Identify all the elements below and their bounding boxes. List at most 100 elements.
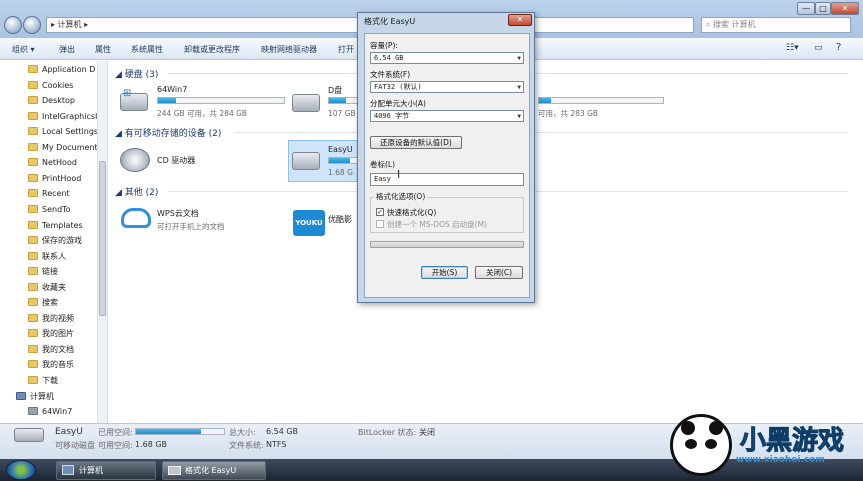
folder-icon xyxy=(28,251,38,260)
sidebar-item[interactable]: PrintHood xyxy=(0,171,98,186)
folder-icon xyxy=(28,376,38,384)
sidebar-item-label: Recent xyxy=(42,189,70,199)
start-button[interactable] xyxy=(6,460,36,480)
sidebar-item[interactable]: 我的视频 xyxy=(0,311,98,326)
start-format-button[interactable]: 开始(S) xyxy=(421,266,468,279)
sidebar-item[interactable]: 链接 xyxy=(0,264,98,279)
uninstall-button[interactable]: 卸载或更改程序 xyxy=(184,44,240,55)
wps-name[interactable]: WPS云文档 xyxy=(157,208,199,219)
quick-format-label: 快速格式化(Q) xyxy=(387,208,437,217)
sidebar-item[interactable]: Desktop xyxy=(0,93,98,108)
eject-button[interactable]: 弹出 xyxy=(59,44,75,55)
alloc-select[interactable]: 4096 字节 ▼ xyxy=(370,110,524,122)
sidebar-item-label: 64Win7 xyxy=(42,407,73,417)
sidebar-item[interactable]: Templates xyxy=(0,218,98,233)
help-icon[interactable]: ? xyxy=(836,42,841,53)
sidebar-item[interactable]: 64Win7 xyxy=(0,404,98,419)
sidebar-item[interactable]: 收藏夹 xyxy=(0,280,98,295)
collapse-icon[interactable]: ◢ xyxy=(115,129,125,139)
system-properties-button[interactable]: 系统属性 xyxy=(131,44,163,55)
open-control-panel-button[interactable]: 打开 xyxy=(338,44,354,55)
folder-icon xyxy=(28,173,38,182)
sidebar-item[interactable]: 联系人 xyxy=(0,249,98,264)
dialog-cancel-button[interactable]: 关闭(C) xyxy=(475,266,523,279)
collapse-icon[interactable]: ◢ xyxy=(115,188,125,198)
group-divider xyxy=(236,132,848,133)
folder-icon xyxy=(28,236,38,245)
sidebar-item[interactable]: 保存的游戏 xyxy=(0,233,98,248)
sidebar-item[interactable]: IntelGraphicsI xyxy=(0,109,98,124)
folder-icon xyxy=(28,158,38,167)
group-hard-disks[interactable]: ◢ 硬盘 (3) xyxy=(115,67,158,80)
youku-name[interactable]: 优酷影 xyxy=(328,214,352,225)
sidebar-item[interactable]: SendTo xyxy=(0,202,98,217)
breadcrumb[interactable]: ▸ 计算机 ▸ xyxy=(51,20,88,29)
sidebar-item-label: 收藏夹 xyxy=(42,282,66,292)
format-dialog: 格式化 EasyU ✕ 容量(P): 6.54 GB ▼ 文件系统(F) FAT3… xyxy=(357,12,535,303)
sidebar-item[interactable]: 我的音乐 xyxy=(0,357,98,372)
maximize-button[interactable]: □ xyxy=(815,2,831,15)
taskbar-item-format[interactable]: 格式化 EasyU xyxy=(162,461,266,480)
sidebar-scrollbar[interactable] xyxy=(97,61,107,423)
group-other[interactable]: ◢ 其他 (2) xyxy=(115,185,158,198)
sidebar-item[interactable]: 我的图片 xyxy=(0,326,98,341)
format-progress-bar xyxy=(370,241,524,248)
scrollbar-thumb[interactable] xyxy=(99,161,106,316)
group-removable[interactable]: ◢ 有可移动存储的设备 (2) xyxy=(115,126,221,139)
sidebar-item[interactable]: Cookies xyxy=(0,78,98,93)
volume-label-input[interactable]: Easy xyxy=(370,173,524,186)
drive-win7-name[interactable]: 64Win7 xyxy=(157,85,187,94)
sidebar-item-label: Desktop xyxy=(42,96,75,106)
drive-d-name[interactable]: D盘 xyxy=(328,85,342,96)
capacity-select[interactable]: 6.54 GB ▼ xyxy=(370,52,524,64)
sidebar-item[interactable]: Recent xyxy=(0,186,98,201)
organize-menu[interactable]: 组织 ▾ xyxy=(12,44,35,55)
sidebar-item[interactable]: My Document xyxy=(0,140,98,155)
usage-fill xyxy=(158,98,176,103)
properties-button[interactable]: 属性 xyxy=(95,44,111,55)
sidebar-item[interactable]: Application D xyxy=(0,62,98,77)
folder-icon xyxy=(28,127,38,136)
cd-drive-name[interactable]: CD 驱动器 xyxy=(157,155,195,166)
preview-pane-icon[interactable]: ▭ xyxy=(814,43,823,53)
view-options-icon[interactable]: ☷▾ xyxy=(786,43,799,53)
minimize-button[interactable]: — xyxy=(797,2,815,15)
quick-format-checkbox[interactable]: ✓ xyxy=(376,208,384,216)
folder-icon xyxy=(28,80,38,89)
drive-third-usage-bar xyxy=(538,97,664,104)
panda-ear-icon xyxy=(709,421,723,435)
back-icon[interactable] xyxy=(4,16,22,34)
folder-icon xyxy=(28,282,38,291)
close-button[interactable]: ✕ xyxy=(831,2,859,15)
sidebar-item[interactable]: Local Settings xyxy=(0,124,98,139)
msdos-checkbox[interactable] xyxy=(376,220,384,228)
taskbar-item-computer[interactable]: 计算机 xyxy=(56,461,156,480)
forward-icon[interactable] xyxy=(23,16,41,34)
filesystem-value: FAT32 (默认) xyxy=(374,83,422,91)
folder-icon xyxy=(28,298,38,307)
sidebar-item-label: 计算机 xyxy=(30,391,54,401)
sidebar-item[interactable]: 搜索 xyxy=(0,295,98,310)
status-bitlocker-value: 关闭 xyxy=(419,428,435,437)
folder-icon xyxy=(28,142,38,151)
panda-logo-icon xyxy=(670,414,732,476)
sidebar-item-label: 链接 xyxy=(42,267,58,277)
collapse-icon[interactable]: ◢ xyxy=(115,70,125,80)
group-hard-disks-label: 硬盘 (3) xyxy=(124,70,159,80)
panda-ear-icon xyxy=(681,421,695,435)
sidebar-item[interactable]: 下载 xyxy=(0,373,98,388)
youku-logo-icon: YOUKU xyxy=(293,210,325,236)
status-usage-bar xyxy=(135,428,225,435)
restore-defaults-button[interactable]: 还原设备的默认值(D) xyxy=(370,136,462,149)
sidebar-item[interactable]: 计算机 xyxy=(0,389,98,404)
filesystem-select[interactable]: FAT32 (默认) ▼ xyxy=(370,81,524,93)
dialog-close-button[interactable]: ✕ xyxy=(508,14,532,26)
folder-icon xyxy=(28,189,38,198)
easyu-drive-name[interactable]: EasyU xyxy=(328,145,353,154)
sidebar-item[interactable]: 我的文档 xyxy=(0,342,98,357)
map-drive-button[interactable]: 映射网络驱动器 xyxy=(261,44,317,55)
windows-logo-icon: ⊞ xyxy=(123,88,132,99)
sidebar-item[interactable]: NetHood xyxy=(0,155,98,170)
computer-icon xyxy=(62,465,74,475)
search-input[interactable]: ⌕ 搜索 计算机 xyxy=(701,17,851,33)
